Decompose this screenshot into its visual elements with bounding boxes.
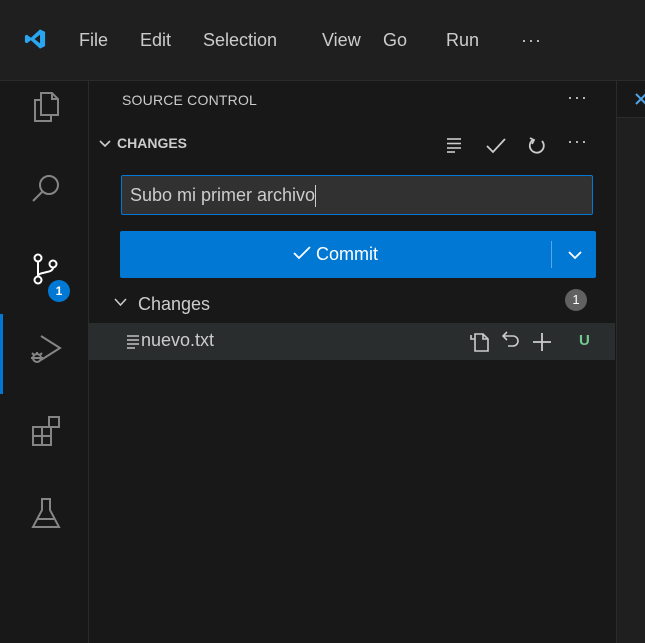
section-more-button[interactable]: ···	[567, 131, 588, 152]
run-debug-icon[interactable]	[28, 331, 64, 367]
menu-more[interactable]: ···	[521, 29, 542, 51]
changed-file-row[interactable]: nuevo.txt U	[89, 323, 615, 360]
section-title: CHANGES	[117, 135, 188, 151]
vscode-logo-icon	[24, 29, 46, 49]
stage-changes-icon[interactable]	[531, 331, 553, 353]
file-name: nuevo.txt	[141, 330, 215, 350]
open-file-icon[interactable]	[469, 331, 491, 353]
commit-button[interactable]: Commit	[120, 231, 596, 278]
view-as-tree-icon[interactable]	[445, 136, 463, 154]
menu-edit[interactable]: Edit	[140, 29, 171, 51]
menu-go[interactable]: Go	[383, 29, 407, 51]
changes-count-badge: 1	[565, 289, 587, 311]
source-control-badge: 1	[48, 280, 70, 302]
panel-more-button[interactable]: ···	[567, 87, 588, 108]
changes-group[interactable]: Changes	[89, 292, 615, 318]
panel-title: SOURCE CONTROL	[122, 92, 258, 108]
menu-selection[interactable]: Selection	[203, 29, 277, 51]
refresh-icon[interactable]	[527, 136, 547, 156]
chevron-down-icon	[99, 135, 117, 151]
changes-group-label: Changes	[138, 294, 211, 314]
menu-file[interactable]: File	[79, 29, 108, 51]
commit-check-icon[interactable]	[485, 136, 507, 156]
changes-section-header[interactable]: CHANGES	[99, 135, 187, 151]
commit-message-input[interactable]: Subo mi primer archivo	[121, 175, 593, 215]
menu-run[interactable]: Run	[446, 29, 479, 51]
editor-tab-strip	[617, 81, 645, 118]
extensions-icon[interactable]	[28, 413, 64, 449]
menu-view[interactable]: View	[322, 29, 361, 51]
title-bar: File Edit Selection View Go Run ···	[0, 0, 645, 81]
text-caret	[315, 185, 317, 208]
active-indicator	[0, 314, 3, 394]
activity-bar: 1	[0, 81, 89, 643]
close-tab-icon[interactable]	[635, 93, 645, 105]
commit-message-text: Subo mi primer archivo	[130, 185, 316, 205]
testing-icon[interactable]	[28, 495, 64, 531]
text-file-icon	[127, 335, 139, 349]
discard-changes-icon[interactable]	[499, 331, 521, 353]
explorer-icon[interactable]	[28, 89, 64, 125]
commit-dropdown-chevron-icon[interactable]	[560, 231, 590, 278]
commit-button-label: Commit	[316, 244, 378, 264]
commit-button-divider	[551, 241, 552, 268]
commit-button-label-wrap: Commit	[120, 231, 550, 278]
check-icon	[293, 246, 311, 260]
source-control-panel: SOURCE CONTROL ··· CHANGES ··· Subo mi p…	[89, 81, 615, 643]
editor-area	[616, 81, 645, 643]
untracked-status: U	[579, 332, 590, 349]
search-icon[interactable]	[28, 171, 64, 207]
chevron-down-icon	[114, 298, 127, 307]
